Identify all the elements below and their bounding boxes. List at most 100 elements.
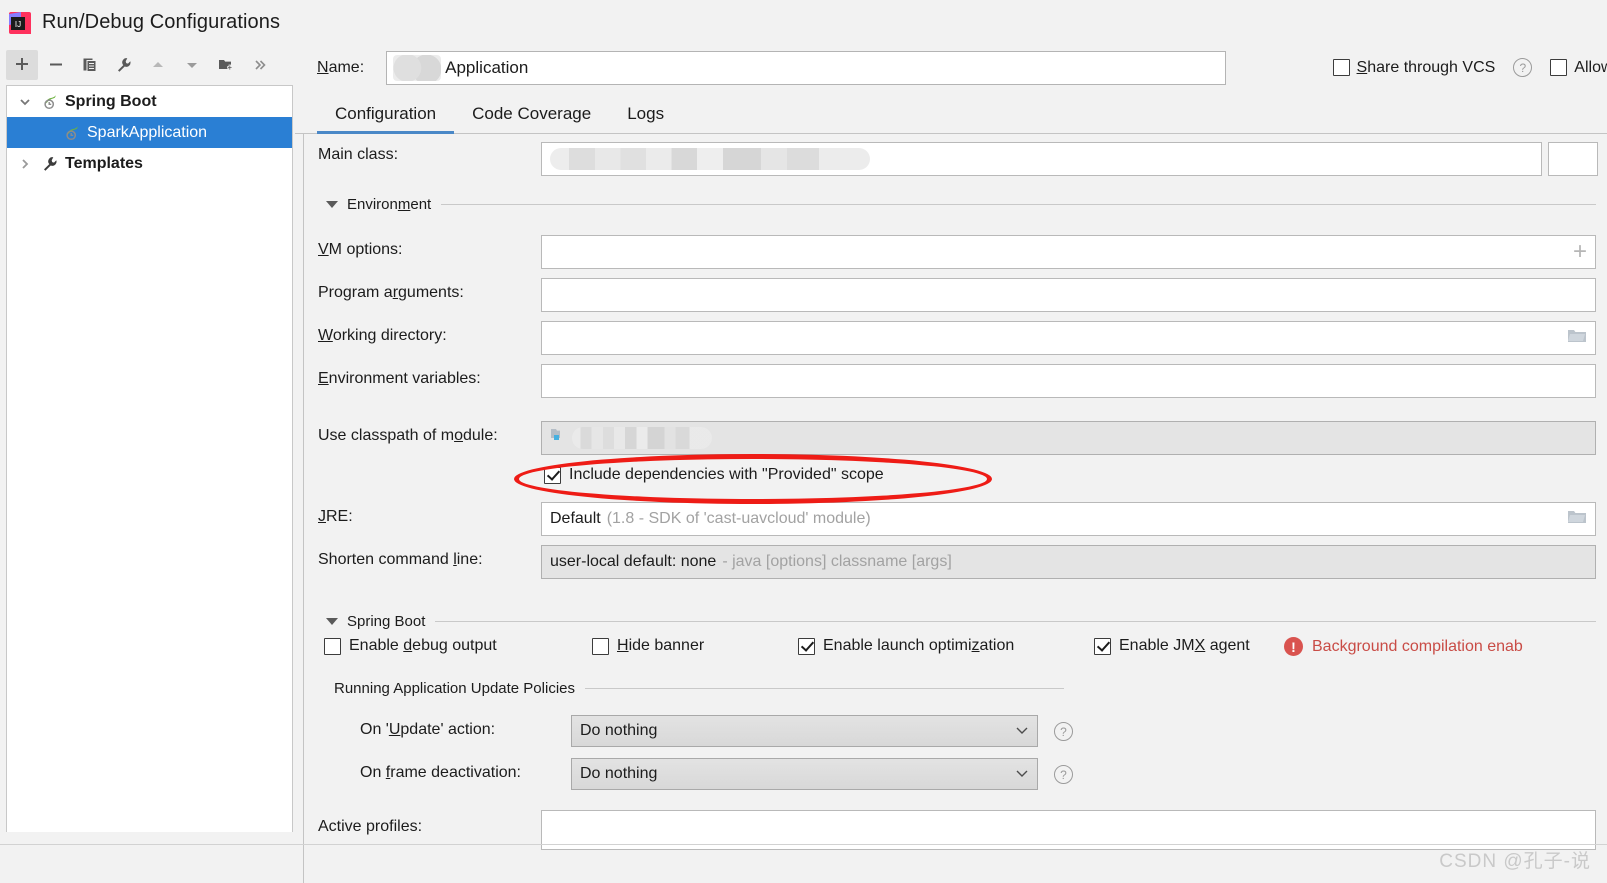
environment-section-title: Environment xyxy=(347,196,432,213)
move-up-button[interactable] xyxy=(142,50,174,80)
enable-jmx-agent-checkbox[interactable]: Enable JMX agent xyxy=(1094,637,1250,655)
checkbox-box[interactable] xyxy=(798,637,815,655)
page-title: Run/Debug Configurations xyxy=(42,11,281,33)
blurred-value xyxy=(550,148,870,170)
spring-boot-icon xyxy=(61,124,83,142)
name-row: Name: Application Share through VCS ? Al… xyxy=(295,45,1607,90)
section-divider xyxy=(435,621,1596,622)
tree-item-sparkapplication[interactable]: SparkApplication xyxy=(7,117,292,148)
environment-variables-label: Environment variables: xyxy=(318,370,481,387)
jre-label: JRE: xyxy=(318,508,353,525)
enable-debug-output-label: Enable debug output xyxy=(349,637,497,654)
main-class-input[interactable] xyxy=(541,142,1542,176)
on-frame-deactivation-value: Do nothing xyxy=(580,765,658,782)
active-profiles-label: Active profiles: xyxy=(318,818,423,835)
plus-icon[interactable]: + xyxy=(1573,240,1587,264)
allow-parallel-run-label: Allow para xyxy=(1574,58,1607,76)
new-folder-button[interactable] xyxy=(210,50,242,80)
blurred-icon xyxy=(393,54,442,81)
background-compilation-warning: ! Background compilation enab xyxy=(1284,637,1523,656)
tab-logs[interactable]: Logs xyxy=(609,104,682,133)
remove-configuration-button[interactable] xyxy=(40,50,72,80)
environment-section-header[interactable]: Environment xyxy=(326,196,1596,213)
csdn-watermark: CSDN @孔子-说 xyxy=(1439,851,1591,872)
use-classpath-label: Use classpath of module: xyxy=(318,427,498,444)
intellij-idea-icon: IJ xyxy=(8,11,32,35)
more-options-button[interactable] xyxy=(244,50,276,80)
share-through-vcs-checkbox[interactable]: Share through VCS xyxy=(1332,59,1495,77)
working-directory-label: Working directory: xyxy=(318,327,447,344)
configuration-tab-content: Main class: Environment VM options: + Pr xyxy=(303,134,1607,883)
main-class-browse-button[interactable] xyxy=(1548,142,1598,176)
edit-templates-wrench-icon[interactable] xyxy=(108,50,140,80)
program-arguments-row: Program arguments: xyxy=(318,284,464,302)
shorten-command-line-row: Shorten command line: xyxy=(318,551,483,569)
enable-debug-output-checkbox[interactable]: Enable debug output xyxy=(324,637,497,655)
shorten-command-line-value: user-local default: none xyxy=(550,553,717,570)
add-configuration-button[interactable] xyxy=(6,50,38,80)
window-title-bar: IJ Run/Debug Configurations xyxy=(0,0,1607,45)
chevron-down-icon[interactable] xyxy=(1015,766,1029,782)
name-label: Name: xyxy=(317,58,365,76)
checkbox-box[interactable] xyxy=(324,637,341,655)
program-arguments-input[interactable] xyxy=(541,278,1596,312)
environment-variables-row: Environment variables: xyxy=(318,370,481,388)
allow-parallel-run-checkbox[interactable]: Allow para xyxy=(1550,59,1607,77)
include-provided-scope-checkbox[interactable]: Include dependencies with "Provided" sco… xyxy=(544,466,884,484)
triangle-down-icon[interactable] xyxy=(326,201,338,208)
section-divider xyxy=(585,688,1064,689)
use-classpath-combo[interactable] xyxy=(541,421,1596,455)
move-down-button[interactable] xyxy=(176,50,208,80)
module-icon xyxy=(550,427,567,449)
checkbox-box[interactable] xyxy=(1094,637,1111,655)
tree-item-templates[interactable]: Templates xyxy=(7,148,292,179)
on-update-action-label: On 'Update' action: xyxy=(360,721,496,738)
name-input[interactable]: Application xyxy=(386,50,1227,85)
on-update-action-value: Do nothing xyxy=(580,722,658,739)
working-directory-row: Working directory: xyxy=(318,327,447,345)
vm-options-row: VM options: xyxy=(318,241,402,259)
configurations-left-pane: Spring Boot SparkApplication Templates xyxy=(0,45,295,883)
jre-combo[interactable]: Default (1.8 - SDK of 'cast-uavcloud' mo… xyxy=(541,502,1596,536)
help-icon[interactable]: ? xyxy=(1513,58,1533,77)
vm-options-label: VM options: xyxy=(318,241,403,258)
main-class-row: Main class: xyxy=(318,146,398,164)
help-icon[interactable]: ? xyxy=(1054,765,1073,784)
vm-options-input[interactable]: + xyxy=(541,235,1596,269)
checkbox-box[interactable] xyxy=(1550,59,1568,76)
hide-banner-checkbox[interactable]: Hide banner xyxy=(592,637,704,655)
enable-launch-optimization-checkbox[interactable]: Enable launch optimization xyxy=(798,637,1014,655)
tab-code-coverage[interactable]: Code Coverage xyxy=(454,104,609,133)
chevron-down-icon[interactable] xyxy=(11,95,39,109)
on-update-action-select[interactable]: Do nothing xyxy=(571,715,1038,747)
update-policies-section-header: Running Application Update Policies xyxy=(334,680,1064,697)
tree-item-spring-boot[interactable]: Spring Boot xyxy=(7,86,292,117)
copy-configuration-button[interactable] xyxy=(74,50,106,80)
enable-launch-optimization-label: Enable launch optimization xyxy=(823,637,1015,654)
top-checkbox-group: Share through VCS ? Allow para xyxy=(1332,45,1607,90)
environment-variables-input[interactable] xyxy=(541,364,1596,398)
checkbox-box[interactable] xyxy=(1332,59,1350,76)
checkbox-box[interactable] xyxy=(544,466,561,484)
bottom-divider xyxy=(0,844,1607,845)
chevron-right-icon[interactable] xyxy=(11,157,39,171)
folder-icon[interactable] xyxy=(1567,509,1587,530)
chevron-down-icon[interactable] xyxy=(1015,723,1029,739)
on-update-action-row: On 'Update' action: xyxy=(360,721,495,739)
triangle-down-icon[interactable] xyxy=(326,618,338,625)
shorten-command-line-combo[interactable]: user-local default: none - java [options… xyxy=(541,545,1596,579)
tab-bar: Configuration Code Coverage Logs xyxy=(295,90,1607,134)
on-frame-deactivation-select[interactable]: Do nothing xyxy=(571,758,1038,790)
update-policies-title: Running Application Update Policies xyxy=(334,680,575,697)
folder-icon[interactable] xyxy=(1567,328,1587,349)
checkbox-box[interactable] xyxy=(592,637,609,655)
spring-boot-section-header[interactable]: Spring Boot xyxy=(326,613,1596,630)
include-provided-scope-label: Include dependencies with "Provided" sco… xyxy=(569,466,884,483)
working-directory-input[interactable] xyxy=(541,321,1596,355)
background-compilation-warning-text: Background compilation enab xyxy=(1312,637,1523,655)
on-frame-deactivation-row: On frame deactivation: xyxy=(360,764,521,782)
tab-configuration[interactable]: Configuration xyxy=(317,104,455,134)
configurations-tree[interactable]: Spring Boot SparkApplication Templates xyxy=(6,85,293,832)
use-classpath-row: Use classpath of module: xyxy=(318,427,498,445)
help-icon[interactable]: ? xyxy=(1054,722,1073,741)
